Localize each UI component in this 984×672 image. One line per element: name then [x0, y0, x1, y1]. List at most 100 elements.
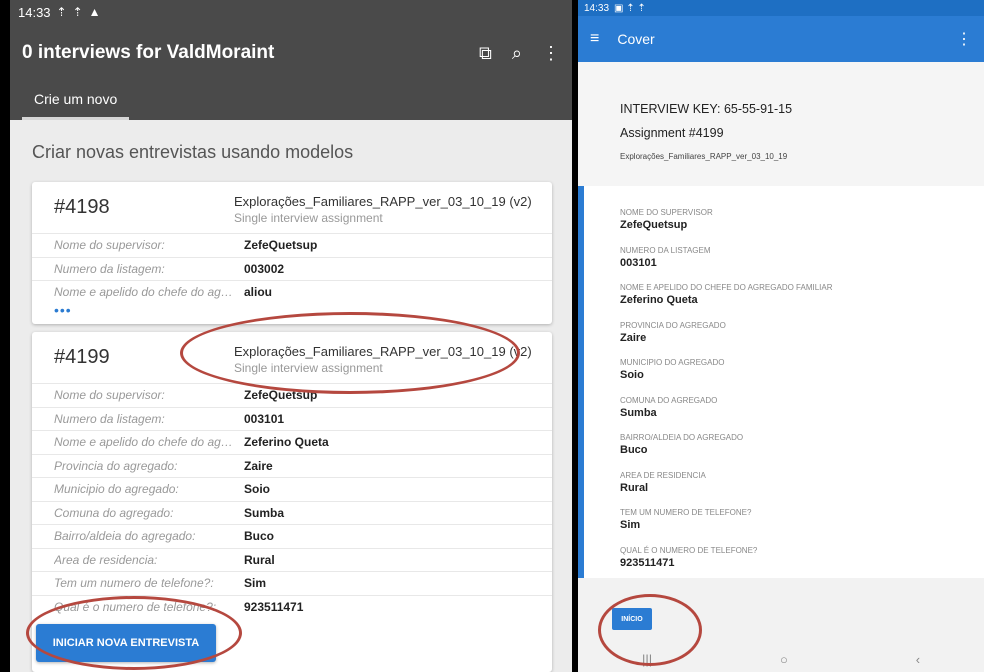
- field-label: NUMERO DA LISTAGEM: [620, 245, 711, 255]
- overflow-menu-icon[interactable]: ⋮: [956, 29, 972, 49]
- assignment-number: #4199: [54, 346, 110, 368]
- notification-icons: ▣ ⇡ ⇡: [614, 2, 646, 14]
- row-value: Rural: [244, 552, 275, 567]
- row-label: Nome e apelido do chefe do agreg...: [54, 435, 234, 450]
- row-label: Nome e apelido do chefe do agrega...: [54, 285, 234, 300]
- overflow-menu-icon[interactable]: ⋮: [542, 43, 560, 64]
- field-item: PROVINCIA DO AGREGADO Zaire: [620, 321, 984, 359]
- warning-icon: ▲: [88, 5, 101, 19]
- row-label: Municipio do agregado:: [54, 482, 179, 497]
- field-value: 923511471: [620, 556, 675, 569]
- detail-row: Nome do supervisor: ZefeQuetsup: [32, 233, 552, 257]
- back-icon[interactable]: ‹: [916, 652, 920, 667]
- field-value: ZefeQuetsup: [620, 219, 688, 231]
- row-value: Zeferino Queta: [244, 435, 329, 450]
- field-label: TEM UM NUMERO DE TELEFONE?: [620, 508, 752, 517]
- row-value: Sumba: [244, 505, 285, 520]
- hamburger-menu-icon[interactable]: ≡: [590, 30, 599, 48]
- field-value: Soio: [620, 369, 644, 381]
- field-value: Zaire: [620, 331, 647, 344]
- row-value: aliou: [244, 285, 273, 300]
- row-label: Comuna do agregado:: [54, 505, 174, 520]
- detail-row: Provincia do agregado: Zaire: [32, 453, 552, 478]
- more-details-icon[interactable]: •••: [54, 302, 72, 318]
- field-label: QUAL É O NUMERO DE TELEFONE?: [620, 545, 758, 555]
- cover-header: INTERVIEW KEY: 65-55-91-15 Assignment #4…: [578, 62, 984, 186]
- field-value: 003101: [620, 256, 657, 269]
- section-title: Criar novas entrevistas usando modelos: [32, 142, 354, 162]
- row-label: Bairro/aldeia do agregado:: [54, 529, 196, 544]
- row-label: Provincia do agregado:: [54, 458, 178, 473]
- template-name: Explorações_Familiares_RAPP_ver_03_10_19: [620, 152, 788, 161]
- interview-key: INTERVIEW KEY: 65-55-91-15: [620, 102, 793, 116]
- app-bar: 0 interviews for ValdMoraint ⧉ ⌕ ⋮: [10, 24, 572, 82]
- field-label: COMUNA DO AGREGADO: [620, 395, 718, 405]
- field-item: NOME DO SUPERVISOR ZefeQuetsup: [620, 208, 984, 246]
- field-label: NOME DO SUPERVISOR: [620, 208, 713, 217]
- row-value: 003101: [244, 411, 285, 426]
- detail-row: Area de residencia: Rural: [32, 547, 552, 572]
- status-bar: 14:33 ▣ ⇡ ⇡: [578, 0, 984, 16]
- upload-icon: ⇡: [72, 5, 83, 19]
- field-value: Zeferino Queta: [620, 294, 698, 306]
- detail-row: Nome e apelido do chefe do agrega... alio…: [32, 280, 552, 304]
- right-tablet-screen: 14:33 ▣ ⇡ ⇡ ≡ Cover ⋮ INTERVIEW KEY: 65-…: [578, 0, 984, 672]
- row-label: Numero da listagem:: [54, 411, 165, 426]
- detail-row: Tem um numero de telefone?: Sim: [32, 571, 552, 595]
- field-value: Buco: [620, 444, 648, 456]
- row-value: 923511471: [244, 599, 304, 614]
- detail-row: Numero da listagem: 003101: [32, 406, 552, 431]
- screenshot-root: 14:33 ⇡ ⇡ ▲ ▂▄▆ ▮ 0 interviews for ValdM…: [0, 0, 984, 672]
- detail-row: Municipio do agregado: Soio: [32, 477, 552, 501]
- row-value: Zaire: [244, 458, 273, 473]
- field-label: AREA DE RESIDENCIA: [620, 470, 706, 480]
- field-value: Sumba: [620, 406, 657, 419]
- sync-icon[interactable]: ⧉: [479, 43, 492, 64]
- status-time: 14:33: [584, 2, 610, 14]
- page-title: Cover: [617, 31, 655, 47]
- template-name: Explorações_Familiares_RAPP_ver_03_10_19…: [234, 194, 532, 209]
- annotation-ellipse-template: [180, 312, 520, 394]
- field-item: COMUNA DO AGREGADO Sumba: [620, 396, 984, 434]
- row-label: Nome do supervisor:: [54, 238, 165, 253]
- detail-row: Nome e apelido do chefe do agreg... Zefer…: [32, 430, 552, 454]
- annotation-ellipse-inicio: [598, 594, 702, 666]
- field-item: NUMERO DA LISTAGEM 003101: [620, 246, 984, 284]
- row-value: 003002: [244, 261, 285, 276]
- app-title: 0 interviews for ValdMoraint: [22, 42, 275, 63]
- row-label: Tem um numero de telefone?:: [54, 576, 214, 591]
- row-value: ZefeQuetsup: [244, 238, 318, 253]
- identifying-fields: NOME DO SUPERVISOR ZefeQuetsup NUMERO DA …: [578, 186, 984, 578]
- field-item: NOME E APELIDO DO CHEFE DO AGREGADO FAMI…: [620, 283, 984, 321]
- row-label: Area de residencia:: [54, 552, 158, 567]
- search-icon[interactable]: ⌕: [512, 43, 522, 64]
- detail-row: Bairro/aldeia do agregado: Buco: [32, 524, 552, 548]
- assignment-card-4198[interactable]: #4198 Explorações_Familiares_RAPP_ver_03…: [32, 182, 552, 324]
- assignment-number: #4198: [54, 196, 110, 218]
- upload-icon: ⇡: [56, 5, 67, 19]
- assignment-type: Single interview assignment: [234, 211, 383, 225]
- detail-row: Numero da listagem: 003002: [32, 256, 552, 281]
- field-item: AREA DE RESIDENCIA Rural: [620, 471, 984, 509]
- row-value: Soio: [244, 482, 270, 497]
- field-label: MUNICIPIO DO AGREGADO: [620, 358, 725, 367]
- field-label: NOME E APELIDO DO CHEFE DO AGREGADO FAMI…: [620, 283, 833, 292]
- tab-bar: Crie um novo: [10, 82, 572, 120]
- field-value: Sim: [620, 519, 641, 531]
- field-item: TEM UM NUMERO DE TELEFONE? Sim: [620, 508, 984, 546]
- row-label: Nome do supervisor:: [54, 388, 165, 403]
- detail-row: Comuna do agregado: Sumba: [32, 500, 552, 525]
- field-item: MUNICIPIO DO AGREGADO Soio: [620, 358, 984, 396]
- home-icon[interactable]: ○: [780, 652, 788, 667]
- row-label: Numero da listagem:: [54, 261, 165, 276]
- row-value: Sim: [244, 576, 267, 591]
- tab-create-new[interactable]: Crie um novo: [22, 91, 130, 120]
- assignment-label: Assignment #4199: [620, 126, 724, 140]
- field-label: PROVINCIA DO AGREGADO: [620, 320, 726, 330]
- field-label: BAIRRO/ALDEIA DO AGREGADO: [620, 433, 744, 442]
- field-value: Rural: [620, 481, 649, 494]
- status-time: 14:33: [18, 4, 51, 20]
- field-item: BAIRRO/ALDEIA DO AGREGADO Buco: [620, 433, 984, 471]
- row-value: Buco: [244, 529, 274, 544]
- status-bar: 14:33 ⇡ ⇡ ▲ ▂▄▆ ▮: [10, 0, 572, 24]
